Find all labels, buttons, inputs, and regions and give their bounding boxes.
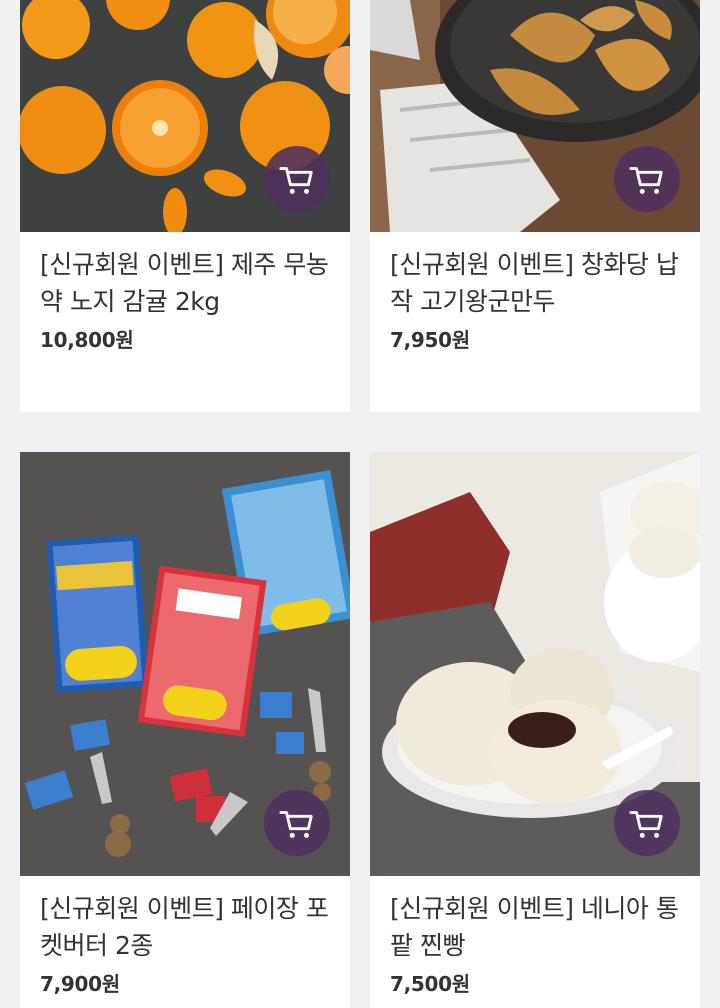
product-image[interactable] bbox=[20, 452, 350, 876]
add-to-cart-button[interactable] bbox=[264, 790, 330, 856]
product-name[interactable]: [신규회원 이벤트] 창화당 납작 고기왕군만두 bbox=[370, 232, 700, 320]
cart-icon bbox=[278, 160, 316, 198]
product-image[interactable] bbox=[20, 0, 350, 232]
add-to-cart-button[interactable] bbox=[614, 790, 680, 856]
product-name[interactable]: [신규회원 이벤트] 페이장 포켓버터 2종 bbox=[20, 876, 350, 964]
product-card[interactable]: [신규회원 이벤트] 제주 무농약 노지 감귤 2kg 10,800원 bbox=[20, 0, 350, 412]
product-image[interactable] bbox=[370, 0, 700, 232]
product-card[interactable]: [신규회원 이벤트] 네니아 통팥 찐빵 7,500원 bbox=[370, 452, 700, 1008]
product-price: 7,500원 bbox=[390, 972, 470, 996]
product-price: 7,950원 bbox=[390, 328, 470, 352]
product-price: 7,900원 bbox=[40, 972, 120, 996]
product-name[interactable]: [신규회원 이벤트] 네니아 통팥 찐빵 bbox=[370, 876, 700, 964]
product-card[interactable]: [신규회원 이벤트] 페이장 포켓버터 2종 7,900원 bbox=[20, 452, 350, 1008]
add-to-cart-button[interactable] bbox=[614, 146, 680, 212]
cart-icon bbox=[628, 160, 666, 198]
add-to-cart-button[interactable] bbox=[264, 146, 330, 212]
product-card[interactable]: [신규회원 이벤트] 창화당 납작 고기왕군만두 7,950원 bbox=[370, 0, 700, 412]
product-name[interactable]: [신규회원 이벤트] 제주 무농약 노지 감귤 2kg bbox=[20, 232, 350, 320]
cart-icon bbox=[628, 804, 666, 842]
product-price: 10,800원 bbox=[40, 328, 134, 352]
product-image[interactable] bbox=[370, 452, 700, 876]
cart-icon bbox=[278, 804, 316, 842]
